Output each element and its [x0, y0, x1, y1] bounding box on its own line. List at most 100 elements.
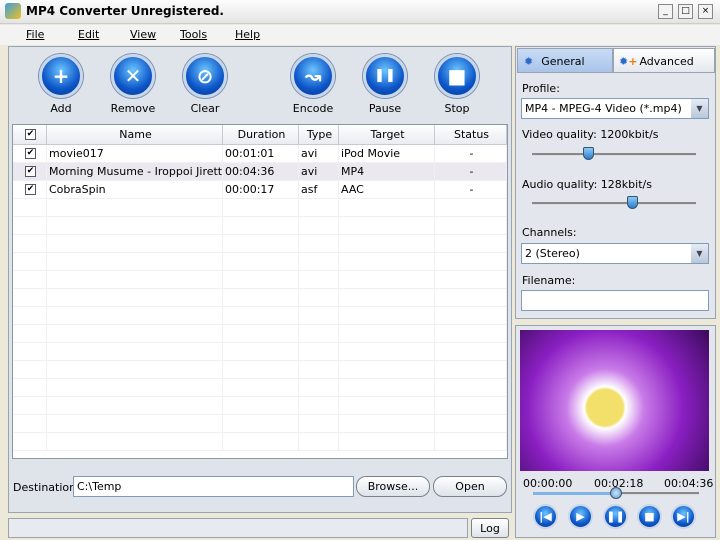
channels-label: Channels:	[522, 226, 577, 239]
cell-name	[47, 415, 223, 433]
filename-label: Filename:	[522, 274, 576, 287]
cell-status	[435, 433, 507, 451]
cell-duration: 00:00:17	[223, 181, 299, 199]
cell-status	[435, 379, 507, 397]
menu-file[interactable]: File	[26, 28, 44, 41]
cell-target	[339, 199, 435, 217]
cell-type	[299, 433, 339, 451]
cell-target: AAC	[339, 181, 435, 199]
select-all-checkbox[interactable]: ✔	[13, 125, 47, 145]
table-row	[13, 289, 507, 307]
seek-slider[interactable]	[533, 487, 699, 499]
cell-duration: 00:01:01	[223, 145, 299, 163]
cell-duration	[223, 271, 299, 289]
video-quality-label: Video quality: 1200kbit/s	[522, 128, 659, 141]
cell-duration	[223, 217, 299, 235]
tab-general-label: General	[541, 55, 585, 68]
maximize-button[interactable]: □	[678, 4, 693, 19]
x-icon: ✕	[111, 54, 155, 98]
table-row[interactable]: ✔ movie017 00:01:01 avi iPod Movie -	[13, 145, 507, 163]
cell-duration	[223, 415, 299, 433]
cell-target	[339, 397, 435, 415]
row-checkbox[interactable]: ✔	[13, 181, 47, 199]
header-duration[interactable]: Duration	[223, 125, 299, 145]
channels-value: 2 (Stereo)	[525, 247, 580, 260]
cell-name	[47, 235, 223, 253]
open-button[interactable]: Open	[433, 476, 507, 497]
row-checkbox[interactable]: ✔	[13, 163, 47, 181]
encode-button[interactable]: ↝ Encode	[282, 54, 344, 115]
cell-target	[339, 433, 435, 451]
cell-duration	[223, 235, 299, 253]
row-checkbox	[13, 325, 47, 343]
menu-edit[interactable]: Edit	[78, 28, 99, 41]
tab-advanced[interactable]: ✹+ Advanced	[613, 48, 715, 73]
cell-name	[47, 379, 223, 397]
pause-icon: ❚❚	[363, 54, 407, 98]
cell-status	[435, 397, 507, 415]
cell-target	[339, 217, 435, 235]
header-type[interactable]: Type	[299, 125, 339, 145]
audio-quality-thumb[interactable]	[627, 196, 639, 209]
remove-button[interactable]: ✕ Remove	[102, 54, 164, 115]
audio-quality-slider[interactable]	[532, 196, 696, 209]
window-title: MP4 Converter Unregistered.	[26, 4, 224, 18]
minimize-button[interactable]: _	[658, 4, 673, 19]
video-quality-slider[interactable]	[532, 147, 696, 160]
cell-type	[299, 199, 339, 217]
row-checkbox	[13, 217, 47, 235]
header-target[interactable]: Target	[339, 125, 435, 145]
channels-select[interactable]: 2 (Stereo) ▼	[521, 243, 709, 264]
menu-view[interactable]: View	[130, 28, 156, 41]
cell-target	[339, 307, 435, 325]
filename-input[interactable]	[521, 290, 709, 311]
header-status[interactable]: Status	[435, 125, 507, 145]
menu-help[interactable]: Help	[235, 28, 260, 41]
table-row	[13, 253, 507, 271]
cell-name: movie017	[47, 145, 223, 163]
seek-thumb[interactable]	[610, 487, 622, 499]
gear-plus-icon: ✹+	[619, 55, 638, 68]
play-button[interactable]: ▶	[568, 504, 593, 529]
cell-target	[339, 325, 435, 343]
table-row	[13, 415, 507, 433]
title-bar: MP4 Converter Unregistered. _ □ ×	[0, 0, 720, 24]
table-row[interactable]: ✔ CobraSpin 00:00:17 asf AAC -	[13, 181, 507, 199]
cell-type	[299, 253, 339, 271]
cell-name	[47, 289, 223, 307]
cell-target	[339, 415, 435, 433]
stop-label: Stop	[444, 102, 470, 115]
pause-icon: ❚❚	[606, 510, 625, 523]
add-button[interactable]: + Add	[30, 54, 92, 115]
cell-status	[435, 235, 507, 253]
player-stop-button[interactable]: ■	[637, 504, 662, 529]
previous-button[interactable]: |◀	[533, 504, 558, 529]
settings-panel: ✹ General ✹+ Advanced Profile: MP4 - MPEG-…	[515, 46, 716, 319]
row-checkbox[interactable]: ✔	[13, 145, 47, 163]
destination-input[interactable]	[73, 476, 354, 497]
table-row[interactable]: ✔Morning Musume - Iroppoi Jirettai(nc00:…	[13, 163, 507, 181]
cell-status	[435, 325, 507, 343]
cell-name	[47, 325, 223, 343]
next-button[interactable]: ▶|	[671, 504, 696, 529]
pause-button[interactable]: ❚❚ Pause	[354, 54, 416, 115]
table-row	[13, 271, 507, 289]
row-checkbox	[13, 433, 47, 451]
table-row	[13, 235, 507, 253]
browse-button[interactable]: Browse...	[356, 476, 430, 497]
cell-status: -	[435, 145, 507, 163]
player-pause-button[interactable]: ❚❚	[603, 504, 628, 529]
tab-general[interactable]: ✹ General	[517, 48, 613, 73]
video-quality-thumb[interactable]	[582, 147, 594, 160]
profile-select[interactable]: MP4 - MPEG-4 Video (*.mp4) ▼	[521, 98, 709, 119]
cell-status	[435, 199, 507, 217]
plus-icon: +	[39, 54, 83, 98]
clear-button[interactable]: ⊘ Clear	[174, 54, 236, 115]
menu-tools[interactable]: Tools	[180, 28, 207, 41]
log-button[interactable]: Log	[471, 518, 509, 538]
close-button[interactable]: ×	[698, 4, 713, 19]
chevron-down-icon: ▼	[691, 244, 708, 263]
stop-button[interactable]: ■ Stop	[426, 54, 488, 115]
header-name[interactable]: Name	[47, 125, 223, 145]
row-checkbox	[13, 415, 47, 433]
